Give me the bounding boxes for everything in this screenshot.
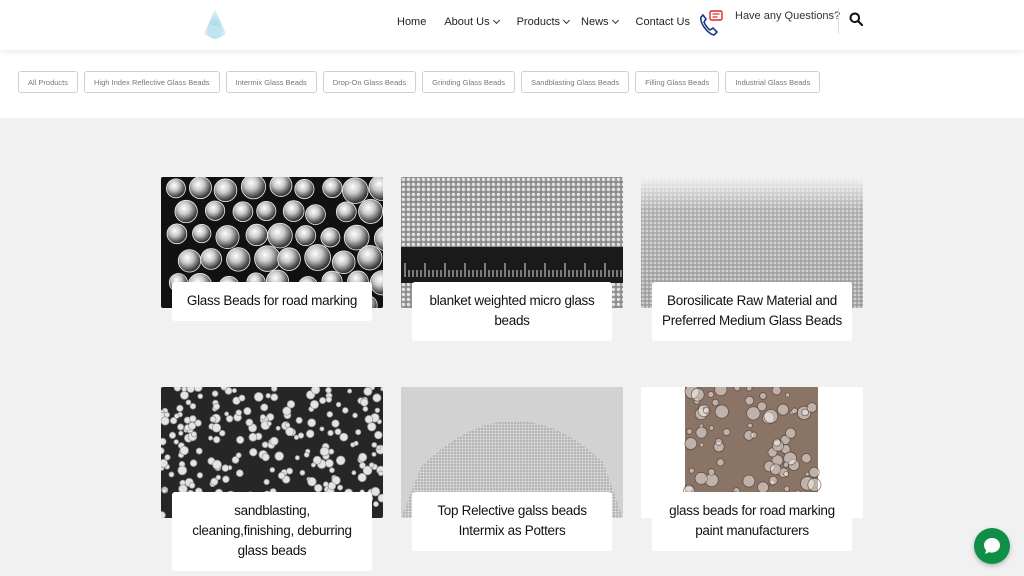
product-card[interactable]: Borosilicate Raw Material and Preferred …: [641, 177, 863, 341]
search-icon[interactable]: [849, 12, 863, 26]
filter-chip[interactable]: All Products: [18, 71, 79, 93]
product-title[interactable]: Borosilicate Raw Material and Preferred …: [652, 282, 852, 341]
site-header: Home About Us Products News Contact Us H…: [0, 0, 1024, 50]
product-title[interactable]: sandblasting, cleaning,finishing, deburr…: [172, 492, 372, 571]
nav-news[interactable]: News: [581, 16, 619, 28]
filter-chip[interactable]: High Index Reflective Glass Beads: [84, 71, 220, 93]
nav-products[interactable]: Products: [516, 16, 571, 28]
filter-chip[interactable]: Sandblasting Glass Beads: [521, 71, 630, 93]
nav-home[interactable]: Home: [397, 16, 426, 28]
chevron-down-icon: [562, 16, 571, 25]
live-chat-button[interactable]: [974, 528, 1010, 564]
filter-chip-list: All Products High Index Reflective Glass …: [18, 71, 826, 93]
filter-chip[interactable]: Intermix Glass Beads: [225, 71, 317, 93]
filter-chip[interactable]: Industrial Glass Beads: [725, 71, 821, 93]
product-card[interactable]: Glass Beads for road marking: [161, 177, 383, 321]
product-title[interactable]: glass beads for road marking paint manuf…: [652, 492, 852, 551]
product-title[interactable]: Glass Beads for road marking: [172, 282, 372, 321]
nav-about-label: About Us: [444, 16, 490, 28]
contact-phone-number[interactable]: [735, 25, 840, 36]
chevron-down-icon: [611, 16, 619, 25]
phone-icon: [700, 10, 723, 36]
product-card[interactable]: glass beads for road marking paint manuf…: [641, 387, 863, 551]
nav-contact-us[interactable]: Contact Us: [636, 16, 690, 28]
contact-question: Have any Questions?: [735, 10, 841, 22]
nav-products-label: Products: [516, 16, 561, 28]
filter-chip[interactable]: Filling Glass Beads: [635, 71, 720, 93]
logo-icon[interactable]: [196, 6, 234, 44]
main-nav: Home About Us Products News Contact Us: [397, 16, 708, 28]
product-title[interactable]: Top Relective galss beads Intermix as Po…: [412, 492, 612, 551]
filter-chip[interactable]: Drop-On Glass Beads: [322, 71, 417, 93]
nav-news-label: News: [581, 16, 609, 28]
chevron-down-icon: [492, 16, 500, 25]
product-card[interactable]: Top Relective galss beads Intermix as Po…: [401, 387, 623, 551]
product-card[interactable]: sandblasting, cleaning,finishing, deburr…: [161, 387, 383, 571]
nav-about-us[interactable]: About Us: [444, 16, 500, 28]
product-card[interactable]: blanket weighted micro glass beads: [401, 177, 623, 341]
nav-contact-label: Contact Us: [635, 16, 690, 28]
nav-home-label: Home: [397, 16, 427, 28]
filter-chip[interactable]: Grinding Glass Beads: [422, 71, 516, 93]
chat-icon: [984, 538, 1000, 554]
product-title[interactable]: blanket weighted micro glass beads: [412, 282, 612, 341]
category-filter-bar: All Products High Index Reflective Glass …: [0, 50, 1024, 118]
contact-box: Have any Questions?: [735, 10, 840, 36]
header-divider: [838, 8, 839, 34]
